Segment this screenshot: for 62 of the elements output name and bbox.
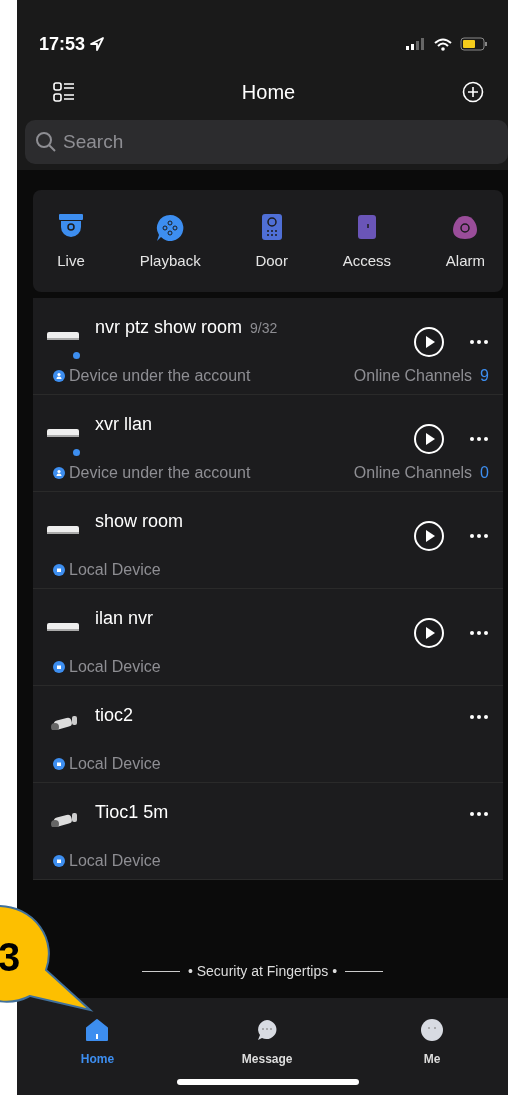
device-row[interactable]: xvr llan Device under the account Online Channels 0 — [33, 395, 503, 492]
more-icon[interactable] — [469, 436, 489, 442]
quick-action-label[interactable]: Door — [255, 250, 288, 273]
play-icon[interactable] — [413, 520, 445, 552]
local-icon — [53, 564, 65, 576]
tab-me[interactable]: Me — [412, 1014, 453, 1072]
page-title: Home — [241, 80, 296, 105]
more-icon[interactable] — [469, 811, 489, 817]
add-icon[interactable] — [462, 81, 484, 103]
device-source: Device under the account — [69, 366, 251, 386]
online-channels-label: Online Channels — [353, 463, 473, 483]
battery-icon — [460, 37, 488, 51]
device-name: tioc2 — [95, 704, 134, 727]
device-name: ilan nvr — [95, 607, 154, 630]
play-icon[interactable] — [413, 617, 445, 649]
device-name: nvr ptz show room — [95, 316, 243, 339]
quick-action-label[interactable]: Live — [57, 250, 85, 273]
more-icon[interactable] — [469, 630, 489, 636]
play-icon[interactable] — [413, 423, 445, 455]
home-icon — [85, 1018, 110, 1042]
local-icon — [53, 855, 65, 867]
playback-icon[interactable] — [156, 214, 185, 242]
search-icon — [35, 131, 57, 153]
tab-home[interactable]: Home — [72, 1014, 123, 1072]
play-icon[interactable] — [413, 326, 445, 358]
tagline: • Security at Fingertips • — [187, 962, 338, 981]
location-arrow-icon — [89, 36, 106, 52]
device-row[interactable]: nvr ptz show room 9/32 Device under the account Online Channels 9 — [33, 298, 503, 395]
quick-action-label[interactable]: Alarm — [445, 250, 485, 273]
more-icon[interactable] — [469, 533, 489, 539]
device-source: Local Device — [69, 657, 161, 677]
quick-action-label[interactable]: Playback — [139, 250, 201, 273]
device-name: Tioc1 5m — [95, 801, 169, 824]
device-source: Local Device — [69, 851, 161, 871]
device-row[interactable]: tioc2 Local Device — [33, 686, 503, 783]
device-name: xvr llan — [95, 413, 152, 436]
person-icon — [53, 467, 65, 479]
tab-message[interactable]: Message — [233, 1014, 301, 1072]
device-row[interactable]: Tioc1 5m Local Device — [33, 783, 503, 880]
more-icon[interactable] — [469, 714, 489, 720]
signal-icon — [406, 38, 426, 50]
online-channels-label: Online Channels — [353, 366, 473, 386]
online-channels-count: 9 — [480, 366, 489, 386]
online-channels-count: 0 — [480, 463, 489, 483]
alarm-icon[interactable] — [451, 214, 480, 242]
quick-action-label[interactable]: Access — [342, 250, 392, 273]
local-icon — [53, 758, 65, 770]
person-icon — [53, 370, 65, 382]
wifi-icon — [434, 37, 452, 51]
local-icon — [53, 661, 65, 673]
status-time: 17:53 — [39, 32, 86, 56]
device-row[interactable]: show room Local Device — [33, 492, 503, 589]
list-menu-icon[interactable] — [53, 82, 75, 102]
device-name: show room — [95, 510, 184, 533]
profile-icon — [420, 1018, 445, 1042]
search-field[interactable]: Search — [25, 120, 508, 164]
channel-count: 9/32 — [250, 319, 278, 338]
device-source: Device under the account — [69, 463, 251, 483]
device-source: Local Device — [69, 560, 161, 580]
more-icon[interactable] — [469, 339, 489, 345]
device-row[interactable]: ilan nvr Local Device — [33, 589, 503, 686]
device-source: Local Device — [69, 754, 161, 774]
